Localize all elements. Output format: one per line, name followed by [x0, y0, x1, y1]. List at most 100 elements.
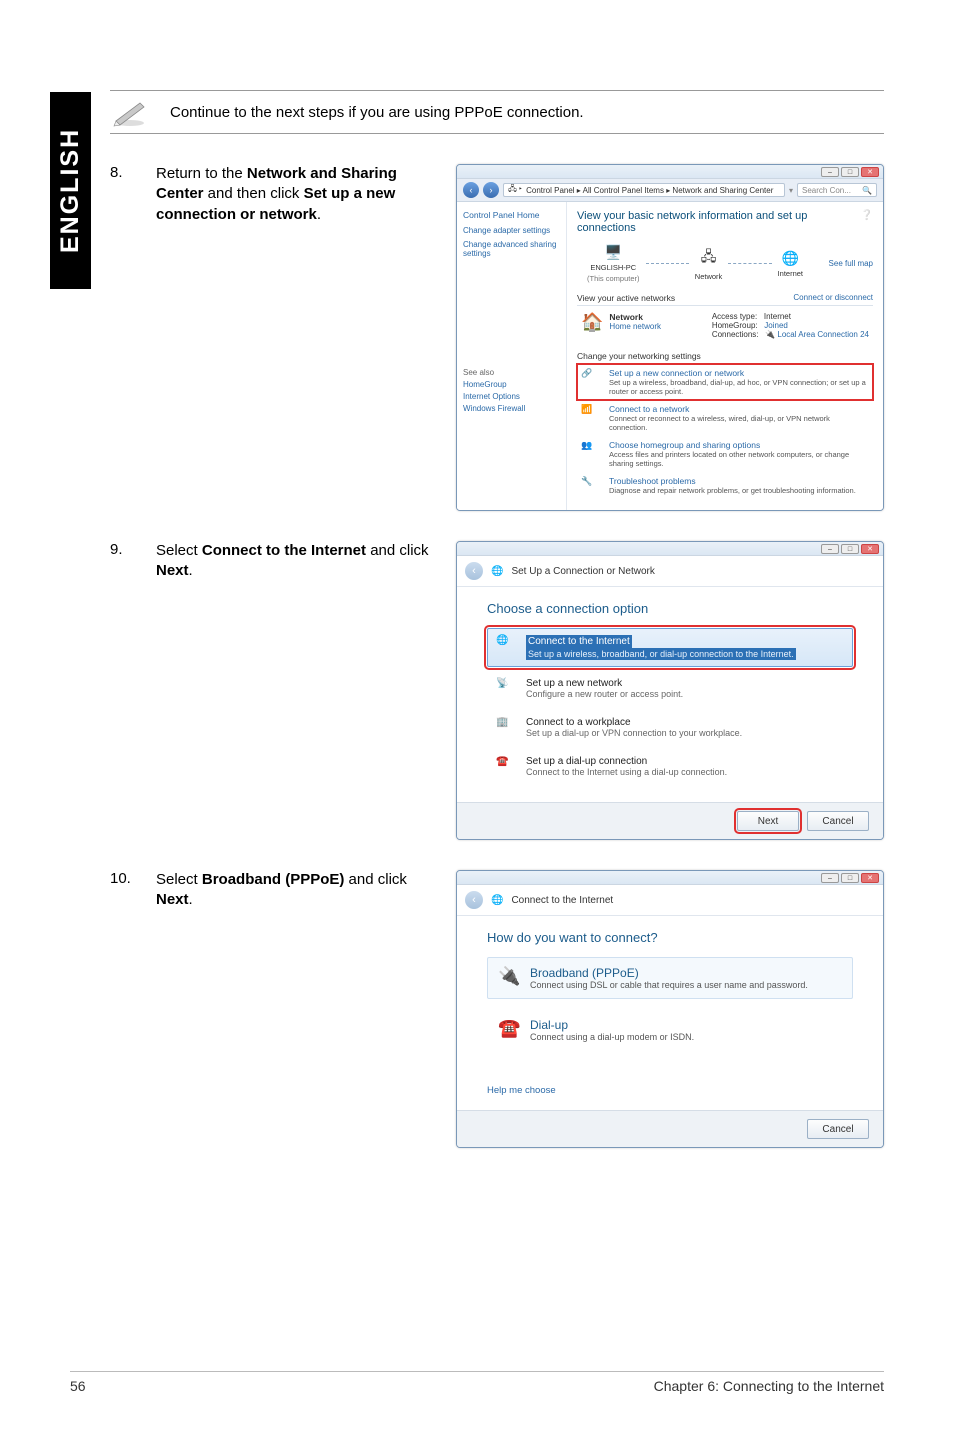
connections-label: Connections: — [712, 330, 759, 339]
nav-back-button[interactable]: ‹ — [463, 182, 479, 198]
txt-bold: Connect to the Internet — [202, 542, 366, 559]
page-number: 56 — [70, 1378, 86, 1394]
task-title: Connect to a network — [609, 404, 869, 414]
phone-icon: ☎️ — [496, 756, 516, 776]
wizard-subtitle: Choose a connection option — [487, 601, 853, 616]
txt: . — [317, 206, 321, 223]
option-title: Connect to a workplace — [526, 717, 742, 728]
sidebar-link-adapter[interactable]: Change adapter settings — [463, 226, 560, 235]
wizard-back-button[interactable]: ‹ — [465, 891, 483, 909]
cancel-button[interactable]: Cancel — [807, 811, 869, 831]
option-desc: Connect to the Internet using a dial-up … — [526, 767, 727, 777]
help-icon[interactable]: ❔ — [861, 210, 873, 221]
option-desc: Set up a wireless, broadband, or dial-up… — [526, 648, 796, 660]
minimize-button[interactable]: – — [821, 544, 839, 554]
step-number: 10. — [110, 870, 156, 887]
sidebar-link-sharing[interactable]: Change advanced sharing settings — [463, 240, 560, 258]
txt: Select — [156, 542, 202, 559]
connection-link[interactable]: Local Area Connection 24 — [777, 330, 869, 339]
option-workplace[interactable]: 🏢 Connect to a workplaceSet up a dial-up… — [487, 710, 853, 745]
option-title: Dial-up — [530, 1018, 694, 1032]
txt: Select — [156, 871, 202, 888]
connect-icon: 📶 — [581, 404, 601, 424]
search-input[interactable]: Search Con...🔍 — [797, 183, 877, 197]
option-desc: Set up a dial-up or VPN connection to yo… — [526, 728, 742, 738]
txt: . — [189, 562, 193, 579]
task-setup-connection[interactable]: 🔗 Set up a new connection or networkSet … — [577, 364, 873, 400]
next-button[interactable]: Next — [737, 811, 799, 831]
option-desc: Configure a new router or access point. — [526, 689, 683, 699]
option-dialup[interactable]: ☎️ Set up a dial-up connectionConnect to… — [487, 749, 853, 784]
control-panel-sidebar: Control Panel Home Change adapter settin… — [457, 202, 567, 510]
option-title: Broadband (PPPoE) — [530, 966, 808, 980]
address-bar: ‹ › 🖧 ▸Control Panel ▸ All Control Panel… — [457, 179, 883, 202]
maximize-button[interactable]: □ — [841, 873, 859, 883]
maximize-button[interactable]: □ — [841, 544, 859, 554]
option-dialup[interactable]: ☎️ Dial-upConnect using a dial-up modem … — [487, 1009, 853, 1051]
wizard-header: ‹ 🌐 Connect to the Internet — [457, 885, 883, 916]
access-type-value: Internet — [764, 312, 791, 321]
see-also-link[interactable]: Windows Firewall — [463, 404, 560, 413]
minimize-button[interactable]: – — [821, 167, 839, 177]
step-number: 8. — [110, 164, 156, 181]
step-text: Select Connect to the Internet and click… — [156, 541, 456, 582]
txt: and click — [344, 871, 407, 888]
sidebar-header: Control Panel Home — [463, 210, 560, 220]
screenshot-network-sharing-center: – □ ✕ ‹ › 🖧 ▸Control Panel ▸ All Control… — [456, 164, 884, 511]
step-text: Return to the Network and Sharing Center… — [156, 164, 456, 225]
network-type-link[interactable]: Home network — [609, 322, 661, 331]
option-desc: Connect using a dial-up modem or ISDN. — [530, 1032, 694, 1042]
task-desc: Connect or reconnect to a wireless, wire… — [609, 414, 869, 432]
txt: Return to the — [156, 165, 247, 182]
pencil-icon — [110, 97, 150, 127]
connection-icon: 🔗 — [581, 368, 601, 388]
nav-forward-button[interactable]: › — [483, 182, 499, 198]
homegroup-label: HomeGroup: — [712, 321, 758, 330]
page: ENGLISH Continue to the next steps if yo… — [0, 0, 954, 1438]
map-node-internet: 🌐 Internet — [778, 250, 803, 278]
txt-bold: Broadband (PPPoE) — [202, 871, 345, 888]
close-button[interactable]: ✕ — [861, 544, 879, 554]
window-titlebar: – □ ✕ — [457, 871, 883, 885]
help-me-choose-link[interactable]: Help me choose — [487, 1085, 853, 1096]
homegroup-link[interactable]: Joined — [764, 321, 788, 330]
close-button[interactable]: ✕ — [861, 873, 879, 883]
router-icon: 📡 — [496, 678, 516, 698]
step-8: 8. Return to the Network and Sharing Cen… — [110, 164, 884, 511]
task-connect-network[interactable]: 📶 Connect to a networkConnect or reconne… — [577, 400, 873, 436]
active-networks-title: View your active networks — [577, 293, 675, 303]
breadcrumb[interactable]: 🖧 ▸Control Panel ▸ All Control Panel Ite… — [503, 183, 785, 197]
note-text: Continue to the next steps if you are us… — [170, 104, 584, 121]
task-homegroup[interactable]: 👥 Choose homegroup and sharing optionsAc… — [577, 436, 873, 472]
cancel-button[interactable]: Cancel — [807, 1119, 869, 1139]
access-type-label: Access type: — [712, 312, 757, 321]
node-label: ENGLISH-PC — [590, 263, 636, 272]
wizard-footer: Next Cancel — [457, 802, 883, 839]
nsc-main: View your basic network information and … — [567, 202, 883, 510]
node-sublabel: (This computer) — [587, 274, 640, 283]
option-title: Set up a new network — [526, 678, 683, 689]
page-footer: 56 Chapter 6: Connecting to the Internet — [70, 1371, 884, 1394]
see-also-link[interactable]: HomeGroup — [463, 380, 560, 389]
task-title: Troubleshoot problems — [609, 476, 856, 486]
txt: and then click — [204, 185, 304, 202]
step-number: 9. — [110, 541, 156, 558]
screenshot-set-up-connection: – □ ✕ ‹ 🌐 Set Up a Connection or Network… — [456, 541, 884, 840]
wizard-footer: Cancel — [457, 1110, 883, 1147]
minimize-button[interactable]: – — [821, 873, 839, 883]
close-button[interactable]: ✕ — [861, 167, 879, 177]
task-desc: Diagnose and repair network problems, or… — [609, 486, 856, 495]
note-callout: Continue to the next steps if you are us… — [110, 90, 884, 134]
internet-icon: 🌐 — [496, 635, 516, 655]
option-connect-internet[interactable]: 🌐 Connect to the InternetSet up a wirele… — [487, 628, 853, 667]
maximize-button[interactable]: □ — [841, 167, 859, 177]
task-troubleshoot[interactable]: 🔧 Troubleshoot problemsDiagnose and repa… — [577, 472, 873, 500]
txt: . — [189, 891, 193, 908]
option-broadband-pppoe[interactable]: 🔌 Broadband (PPPoE)Connect using DSL or … — [487, 957, 853, 999]
see-also-link[interactable]: Internet Options — [463, 392, 560, 401]
see-full-map-link[interactable]: See full map — [813, 259, 873, 268]
option-new-network[interactable]: 📡 Set up a new networkConfigure a new ro… — [487, 671, 853, 706]
connect-disconnect-link[interactable]: Connect or disconnect — [793, 293, 873, 303]
txt-bold: Next — [156, 891, 189, 908]
wizard-back-button[interactable]: ‹ — [465, 562, 483, 580]
